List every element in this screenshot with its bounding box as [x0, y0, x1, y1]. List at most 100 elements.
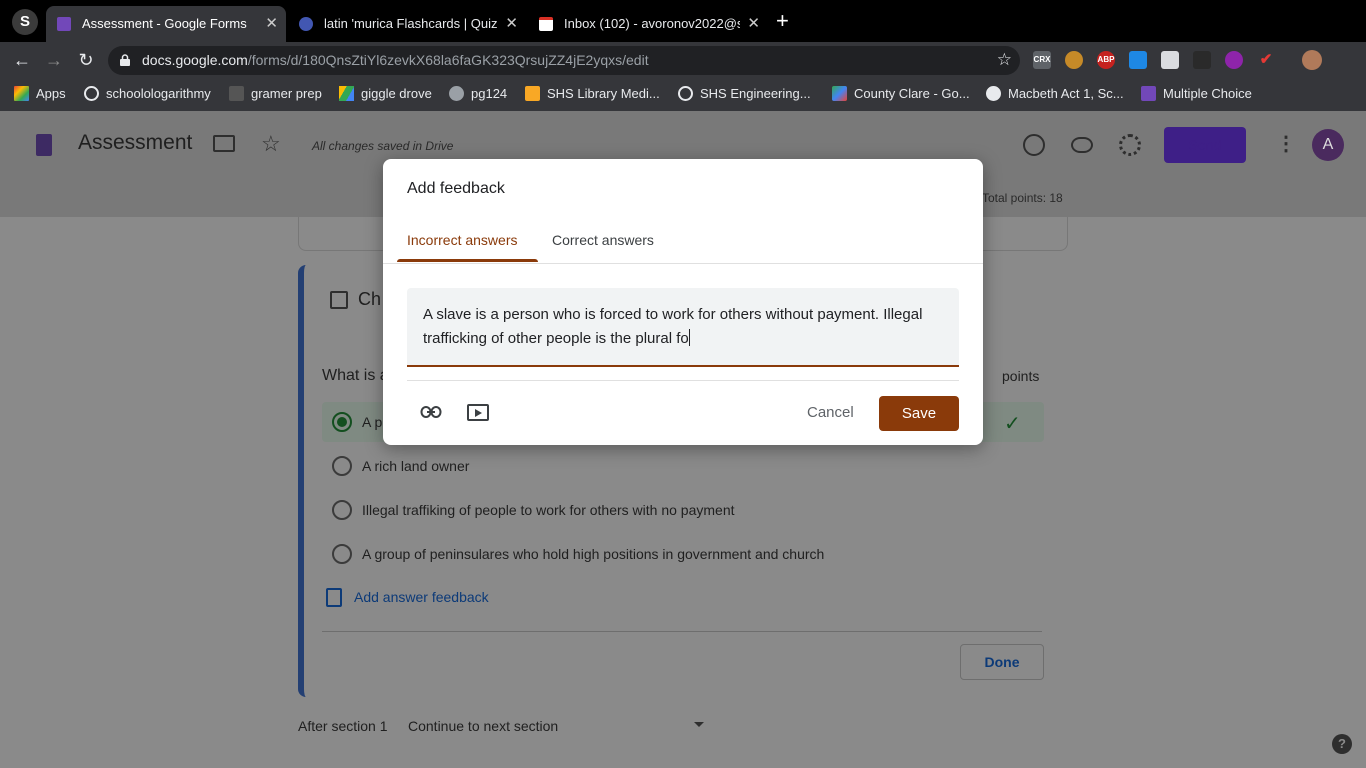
- blank-extension-icon[interactable]: [1193, 51, 1211, 69]
- tab-close-icon[interactable]: ✕: [265, 6, 278, 42]
- bookmark-shs-engineering[interactable]: SHS Engineering...: [678, 79, 811, 109]
- bookmark-label: giggle drove: [361, 86, 432, 101]
- video-icon[interactable]: [467, 404, 489, 421]
- after-section-value: Continue to next section: [408, 718, 559, 734]
- correct-check-icon: ✓: [1004, 413, 1021, 435]
- adblock-extension-icon[interactable]: ABP: [1097, 51, 1115, 69]
- after-section-select[interactable]: Continue to next section: [408, 718, 704, 734]
- tab-title: latin 'murica Flashcards | Quizl: [324, 16, 498, 31]
- folder-icon[interactable]: [213, 135, 235, 152]
- apps-grid-icon: [14, 86, 29, 101]
- bookmark-schoolologarithmy[interactable]: schoolologarithmy: [84, 79, 211, 109]
- option-label: Illegal traffiking of people to work for…: [362, 502, 735, 518]
- link-icon[interactable]: [420, 405, 442, 419]
- option-label: A group of peninsulares who hold high po…: [362, 546, 825, 562]
- owl-extension-icon[interactable]: [1065, 51, 1083, 69]
- radio-icon[interactable]: [332, 544, 352, 564]
- bookmark-giggle-drove[interactable]: giggle drove: [339, 79, 432, 109]
- cancel-button[interactable]: Cancel: [807, 395, 854, 431]
- check-extension-icon[interactable]: ✔: [1257, 51, 1275, 69]
- bookmark-label: SHS Engineering...: [700, 86, 811, 101]
- star-icon[interactable]: ☆: [261, 131, 281, 157]
- tab-gmail[interactable]: Inbox (102) - avoronov2022@s ✕: [528, 6, 768, 42]
- tab-close-icon[interactable]: ✕: [505, 6, 518, 42]
- drive-icon: [339, 86, 354, 101]
- palette-icon[interactable]: [1023, 134, 1045, 156]
- reload-icon[interactable]: ↻: [74, 48, 98, 72]
- tab-close-icon[interactable]: ✕: [747, 6, 760, 42]
- forms-logo-icon[interactable]: [36, 134, 52, 156]
- bookmark-county-clare[interactable]: County Clare - Go...: [832, 79, 970, 109]
- option-4[interactable]: A group of peninsulares who hold high po…: [332, 544, 824, 564]
- address-bar[interactable]: docs.google.com/forms/d/180QnsZtiYl6zevk…: [108, 46, 1020, 75]
- bookmark-label: gramer prep: [251, 86, 322, 101]
- quizlet-favicon-icon: [299, 17, 313, 31]
- card-divider: [322, 631, 1042, 632]
- bookmark-apps[interactable]: Apps: [14, 79, 66, 109]
- bookmark-label: SHS Library Medi...: [547, 86, 660, 101]
- question-text: What is a: [322, 367, 389, 384]
- save-status: All changes saved in Drive: [312, 139, 454, 153]
- more-options-icon[interactable]: ⋮: [1276, 131, 1296, 156]
- option-1[interactable]: A p: [332, 412, 382, 432]
- tab-incorrect-answers[interactable]: Incorrect answers: [407, 232, 517, 248]
- add-answer-feedback-link[interactable]: Add answer feedback: [326, 588, 489, 607]
- dropdown-arrow-icon: [694, 722, 704, 727]
- bookmark-multiple-choice[interactable]: Multiple Choice: [1141, 79, 1252, 109]
- form-title[interactable]: Assessment: [78, 131, 192, 155]
- gb-icon: [229, 86, 244, 101]
- settings-gear-icon[interactable]: [1119, 134, 1141, 156]
- briefcase-extension-icon[interactable]: [1161, 51, 1179, 69]
- schoology-icon: [678, 86, 693, 101]
- back-icon[interactable]: ←: [10, 48, 34, 72]
- option-3[interactable]: Illegal traffiking of people to work for…: [332, 500, 735, 520]
- radio-selected-icon[interactable]: [332, 412, 352, 432]
- schoology-icon: [84, 86, 99, 101]
- color-extension-icon[interactable]: [1225, 51, 1243, 69]
- tab-title: Inbox (102) - avoronov2022@s: [564, 16, 740, 31]
- done-button[interactable]: Done: [960, 644, 1044, 680]
- account-avatar[interactable]: A: [1312, 129, 1344, 161]
- url-path: /forms/d/180QnsZtiYl6zevkX68la6faGK323Qr…: [247, 52, 649, 68]
- profile-avatar-icon[interactable]: [1302, 50, 1322, 70]
- dialog-divider: [407, 380, 959, 381]
- crx-extension-icon[interactable]: CRX: [1033, 51, 1051, 69]
- globe-icon: [449, 86, 464, 101]
- active-tab-indicator: [397, 259, 538, 262]
- browser-toolbar: ← → ↻ docs.google.com/forms/d/180QnsZtiY…: [0, 42, 1366, 79]
- tab-quizlet[interactable]: latin 'murica Flashcards | Quizl ✕: [288, 6, 526, 42]
- browser-tab-bar: S Assessment - Google Forms ✕ latin 'mur…: [0, 0, 1366, 42]
- bookmark-gramer-prep[interactable]: gramer prep: [229, 79, 322, 109]
- save-button[interactable]: Save: [879, 396, 959, 431]
- help-icon[interactable]: ?: [1332, 734, 1352, 754]
- bookmark-label: pg124: [471, 86, 508, 101]
- radio-icon[interactable]: [332, 456, 352, 476]
- answer-key-checkbox-icon: [330, 291, 348, 309]
- bookmark-label: Apps: [36, 86, 66, 101]
- bookmark-macbeth[interactable]: Macbeth Act 1, Sc...: [986, 79, 1124, 109]
- feedback-text: A slave is a person who is forced to wor…: [423, 306, 923, 347]
- forms-icon: [1141, 86, 1156, 101]
- preview-eye-icon[interactable]: [1071, 137, 1093, 153]
- feedback-textarea[interactable]: A slave is a person who is forced to wor…: [407, 288, 959, 367]
- send-button[interactable]: Send: [1164, 127, 1246, 163]
- forward-icon[interactable]: →: [42, 48, 66, 72]
- text-caret: [688, 329, 690, 346]
- radio-icon[interactable]: [332, 500, 352, 520]
- bookmark-label: County Clare - Go...: [854, 86, 970, 101]
- new-tab-icon[interactable]: +: [776, 10, 789, 32]
- bookmark-star-icon[interactable]: ☆: [997, 50, 1012, 70]
- bookmark-shs-library[interactable]: SHS Library Medi...: [525, 79, 660, 109]
- tab-correct-answers[interactable]: Correct answers: [552, 232, 654, 248]
- tab-divider: [383, 263, 983, 264]
- option-2[interactable]: A rich land owner: [332, 456, 469, 476]
- tab-assessment[interactable]: Assessment - Google Forms ✕: [46, 6, 286, 42]
- checklist-extension-icon[interactable]: [1129, 51, 1147, 69]
- tab-title: Assessment - Google Forms: [82, 16, 247, 31]
- points-label: points: [1002, 368, 1040, 384]
- add-feedback-label: Add answer feedback: [354, 589, 489, 605]
- forms-favicon-icon: [57, 17, 71, 31]
- dialog-title: Add feedback: [407, 180, 505, 197]
- extension-s-icon[interactable]: S: [12, 9, 38, 35]
- bookmark-pg124[interactable]: pg124: [449, 79, 507, 109]
